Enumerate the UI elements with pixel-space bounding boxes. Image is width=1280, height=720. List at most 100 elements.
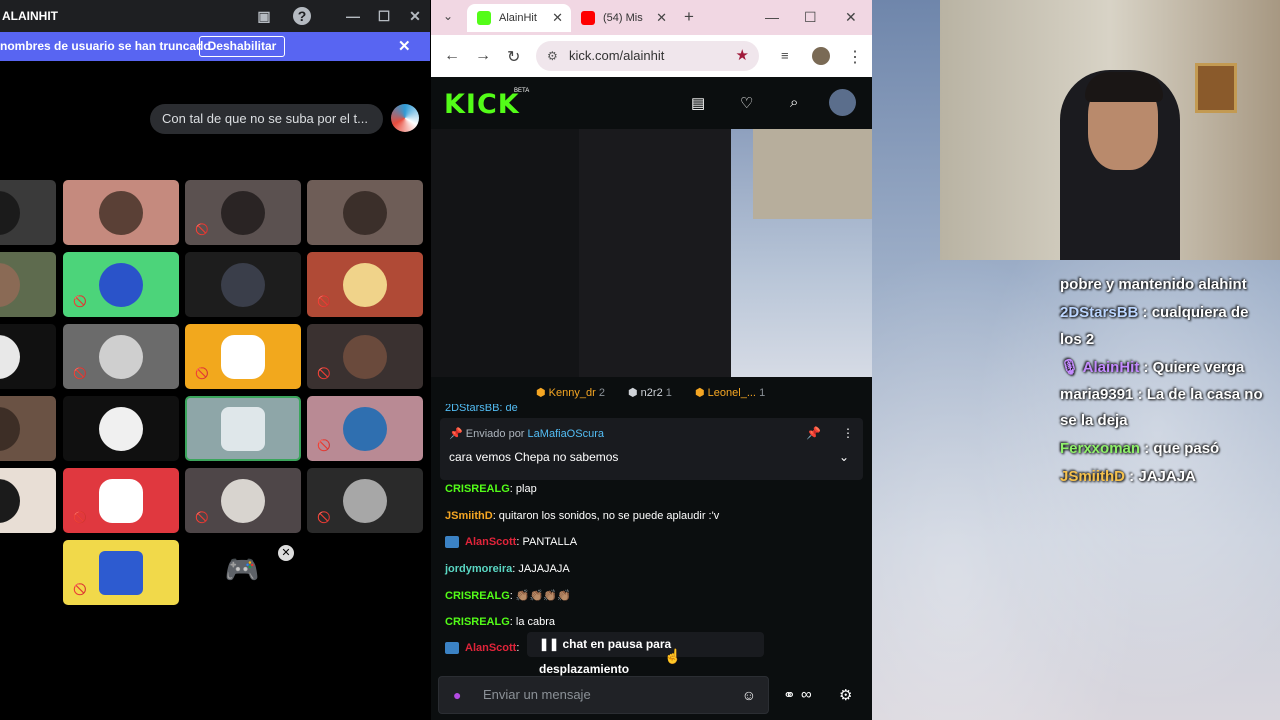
minimize-icon[interactable]: — bbox=[344, 7, 362, 25]
chat-message[interactable]: CRISREALG: plap bbox=[445, 483, 537, 495]
browse-icon[interactable]: ▤ bbox=[691, 94, 705, 112]
kick-emotes-icon[interactable]: ∞ bbox=[801, 686, 812, 703]
participant-tile[interactable] bbox=[185, 252, 301, 317]
close-icon[interactable]: ✕ bbox=[845, 9, 857, 26]
chat-settings-icon[interactable]: ⚭ bbox=[783, 686, 796, 704]
chat-username[interactable]: jordymoreira bbox=[445, 563, 512, 575]
participant-tile[interactable]: 🚫 bbox=[307, 396, 423, 461]
url-input[interactable]: ⚙ kick.com/alainhit ★ bbox=[536, 41, 759, 71]
participant-tile[interactable]: 🚫 bbox=[307, 468, 423, 533]
participant-tile[interactable] bbox=[0, 252, 56, 317]
participant-tile[interactable] bbox=[0, 180, 56, 245]
forward-icon[interactable]: → bbox=[475, 47, 491, 65]
chat-message[interactable]: CRISREALG: 👏🏽👏🏽👏🏽👏🏽 bbox=[445, 589, 571, 602]
tab-close-icon[interactable]: ✕ bbox=[656, 4, 667, 32]
user-avatar[interactable] bbox=[829, 89, 856, 116]
overlay-chat-line: 🎙 AlainHit : Quiere verga bbox=[1060, 358, 1244, 376]
chat-username[interactable]: AlanScott bbox=[465, 642, 516, 654]
back-icon[interactable]: ← bbox=[444, 47, 460, 65]
participant-tile[interactable]: 🚫 bbox=[307, 252, 423, 317]
search-icon[interactable]: ⌕ bbox=[790, 94, 798, 111]
avatar[interactable] bbox=[391, 104, 419, 132]
participant-tile[interactable] bbox=[307, 180, 423, 245]
chat-text: : PANTALLA bbox=[516, 536, 578, 548]
participant-tile[interactable]: 🚫 bbox=[307, 324, 423, 389]
participant-tile[interactable] bbox=[0, 396, 56, 461]
tab-search-icon[interactable]: ⌄ bbox=[443, 9, 453, 23]
media-control-icon[interactable]: ≡ bbox=[781, 48, 789, 63]
banner-close-icon[interactable]: ✕ bbox=[398, 37, 411, 55]
participant-tile[interactable] bbox=[63, 180, 179, 245]
tab-youtube[interactable]: (54) Mis ✕ bbox=[571, 4, 675, 32]
chat-message[interactable]: jordymoreira: JAJAJAJA bbox=[445, 563, 570, 575]
contributor-name: n2r2 bbox=[640, 387, 663, 399]
overlay-chat-line: JSmiithD : JAJAJA bbox=[1060, 468, 1196, 485]
message-preview[interactable]: Con tal de que no se suba por el t... bbox=[150, 104, 383, 134]
chat-message[interactable]: AlanScott: bbox=[445, 642, 519, 655]
chat-username[interactable]: AlanScott bbox=[465, 536, 516, 548]
pinned-header: 📌 Enviado por LaMafiaOScura bbox=[449, 428, 604, 440]
overlay-chat-line: los 2 bbox=[1060, 331, 1094, 348]
more-options-icon[interactable]: ⋮ bbox=[842, 426, 854, 440]
help-icon[interactable]: ? bbox=[293, 7, 311, 25]
muted-icon: 🚫 bbox=[317, 368, 331, 380]
contributor-item[interactable]: ⬢ Kenny_dr 2 bbox=[536, 386, 605, 399]
chat-username[interactable]: CRISREALG bbox=[445, 483, 510, 495]
participant-tile-speaking[interactable] bbox=[185, 396, 301, 461]
new-tab-icon[interactable]: + bbox=[684, 7, 694, 27]
tab-close-icon[interactable]: ✕ bbox=[552, 4, 563, 32]
gamepad-icon[interactable]: 🎮 bbox=[224, 552, 260, 588]
participant-tile[interactable] bbox=[0, 468, 56, 533]
chat-username[interactable]: JSmiithD bbox=[445, 510, 493, 522]
chat-message[interactable]: AlanScott: PANTALLA bbox=[445, 536, 578, 549]
chat-username[interactable]: CRISREALG bbox=[445, 616, 510, 628]
overlay-chat-line: Ferxxoman : que pasó bbox=[1060, 440, 1219, 457]
participant-tile[interactable]: 🚫 bbox=[185, 468, 301, 533]
chat-message[interactable]: CRISREALG: la cabra bbox=[445, 616, 555, 628]
profile-avatar[interactable] bbox=[812, 47, 830, 65]
site-info-icon[interactable]: ⚙ bbox=[547, 41, 558, 71]
tab-alainhit[interactable]: AlainHit ✕ bbox=[467, 4, 571, 32]
menu-icon[interactable]: ⋮ bbox=[847, 47, 863, 67]
bookmark-star-icon[interactable]: ★ bbox=[736, 41, 749, 71]
kick-logo[interactable]: KICK bbox=[444, 89, 520, 120]
muted-icon: 🚫 bbox=[73, 368, 87, 380]
participant-tile[interactable]: 🚫 bbox=[63, 252, 179, 317]
participant-tile[interactable]: 🚫 bbox=[63, 540, 179, 605]
overlay-chat-user: AlainHit bbox=[1082, 359, 1140, 376]
chat-message[interactable]: JSmiithD: quitaron los sonidos, no se pu… bbox=[445, 510, 719, 522]
participant-tile[interactable] bbox=[0, 324, 56, 389]
browser-window: ⌄ AlainHit ✕ (54) Mis ✕ + — ☐ ✕ ← → ↻ ⚙ … bbox=[431, 0, 872, 720]
participant-tile[interactable]: 🚫 bbox=[185, 324, 301, 389]
chat-input[interactable]: ● Enviar un mensaje ☺ bbox=[438, 676, 769, 714]
inbox-icon[interactable]: ▣ bbox=[255, 7, 273, 25]
participant-tile[interactable]: 🚫 bbox=[63, 468, 179, 533]
maximize-icon[interactable]: ☐ bbox=[375, 7, 393, 25]
pause-icon: ❚❚ bbox=[539, 637, 560, 651]
contributor-item[interactable]: ⬢ Leonel_... 1 bbox=[695, 386, 765, 399]
emoji-icon[interactable]: ☺ bbox=[742, 677, 756, 713]
close-icon[interactable]: ✕ bbox=[406, 7, 424, 25]
participant-tile[interactable]: 🚫 bbox=[185, 180, 301, 245]
pin-icon[interactable]: 📌 bbox=[806, 426, 821, 440]
minimize-icon[interactable]: — bbox=[765, 9, 779, 25]
disable-button[interactable]: Deshabilitar bbox=[199, 36, 285, 57]
overlay-chat-text: : Quiere verga bbox=[1139, 359, 1245, 376]
muted-icon: 🚫 bbox=[195, 512, 209, 524]
overlay-chat-line: pobre y mantenido alahint bbox=[1060, 276, 1247, 293]
close-activity-icon[interactable]: ✕ bbox=[278, 545, 294, 561]
url-text: kick.com/alainhit bbox=[569, 48, 665, 63]
chat-paused-button[interactable]: ❚❚ chat en pausa para desplazamiento bbox=[527, 632, 764, 676]
contributor-item[interactable]: ⬢ n2r2 1 bbox=[628, 386, 672, 399]
chat-username[interactable]: CRISREALG bbox=[445, 590, 510, 602]
overlay-chat-text: los 2 bbox=[1060, 331, 1095, 348]
stream-video[interactable] bbox=[431, 129, 872, 377]
maximize-icon[interactable]: ☐ bbox=[804, 9, 817, 26]
participant-tile[interactable]: 🚫 bbox=[63, 324, 179, 389]
pinned-user[interactable]: LaMafiaOScura bbox=[528, 428, 604, 440]
reload-icon[interactable]: ↻ bbox=[507, 47, 520, 67]
chevron-down-icon[interactable]: ⌄ bbox=[839, 450, 849, 464]
follow-heart-icon[interactable]: ♡ bbox=[740, 94, 753, 112]
gear-icon[interactable]: ⚙ bbox=[839, 686, 852, 704]
participant-tile[interactable] bbox=[63, 396, 179, 461]
